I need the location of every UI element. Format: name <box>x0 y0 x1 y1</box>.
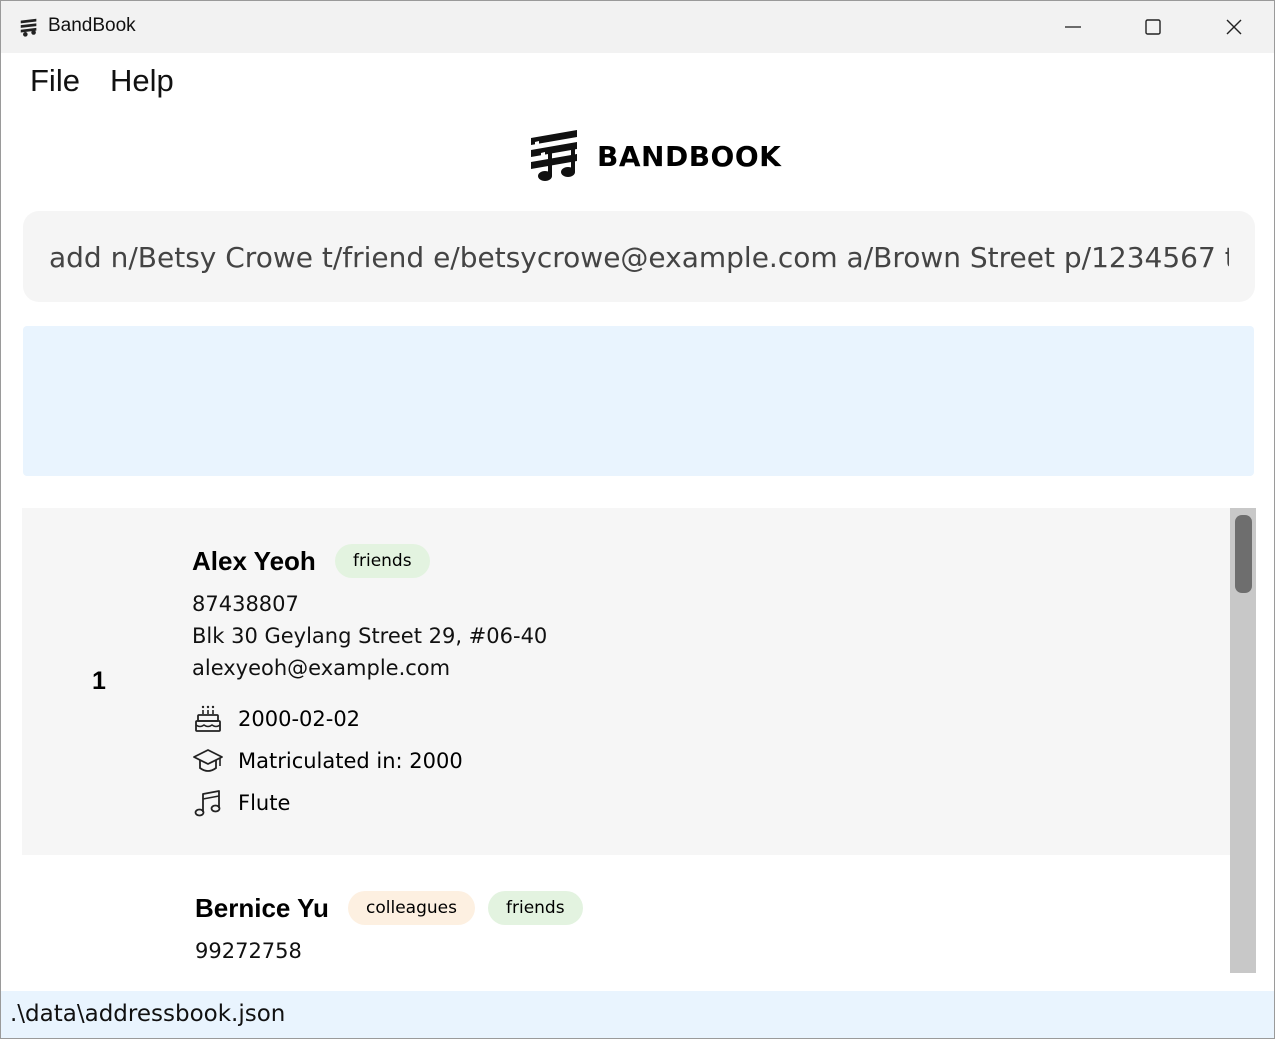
person-phone: 99272758 <box>195 939 302 963</box>
app-logo: BANDBOOK <box>527 127 781 185</box>
tag-colleagues: colleagues <box>348 891 475 925</box>
list-scrollbar[interactable] <box>1230 508 1256 973</box>
birthday-row: 2000-02-02 <box>192 702 360 736</box>
status-bar: .\data\addressbook.json <box>1 991 1274 1038</box>
person-name: Bernice Yu <box>195 893 329 923</box>
command-box <box>23 211 1255 302</box>
tag-friends: friends <box>335 544 430 578</box>
menu-help[interactable]: Help <box>110 63 174 99</box>
tag-friends: friends <box>488 891 583 925</box>
instrument-row: Flute <box>192 786 290 820</box>
close-button[interactable] <box>1194 1 1274 53</box>
minimize-button[interactable] <box>1033 1 1113 53</box>
music-note-icon <box>194 790 221 817</box>
maximize-button[interactable] <box>1113 1 1193 53</box>
menu-bar: File Help <box>1 53 1274 113</box>
close-icon <box>1226 19 1242 35</box>
maximize-icon <box>1145 19 1161 35</box>
person-address: Blk 30 Geylang Street 29, #06-40 <box>192 624 548 648</box>
person-matriculation: Matriculated in: 2000 <box>238 749 463 773</box>
person-phone: 87438807 <box>192 592 299 616</box>
person-card[interactable]: Bernice Yu colleagues friends 99272758 <box>22 855 1230 973</box>
person-list[interactable]: 1 Alex Yeoh friends 87438807 Blk 30 Geyl… <box>22 508 1257 973</box>
card-index: 1 <box>92 667 106 695</box>
person-instrument: Flute <box>238 791 291 815</box>
person-name: Alex Yeoh <box>192 546 316 576</box>
menu-file[interactable]: File <box>30 63 80 99</box>
scrollbar-thumb[interactable] <box>1235 515 1252 593</box>
bandbook-logo-icon <box>531 130 577 181</box>
title-bar[interactable]: BandBook <box>1 1 1274 53</box>
command-input[interactable] <box>49 237 1229 277</box>
minimize-icon <box>1065 26 1081 28</box>
person-email: alexyeoh@example.com <box>192 656 451 680</box>
logo-text: BANDBOOK <box>597 139 782 173</box>
bandbook-logo-icon <box>20 18 37 37</box>
result-display <box>23 326 1254 476</box>
window-title: BandBook <box>48 15 136 36</box>
matriculation-row: Matriculated in: 2000 <box>192 744 463 778</box>
app-window: BandBook File Help BANDBOOK add n/Betsy … <box>0 0 1275 1039</box>
status-file-path: .\data\addressbook.json <box>10 1001 286 1027</box>
person-card[interactable]: 1 Alex Yeoh friends 87438807 Blk 30 Geyl… <box>22 508 1230 855</box>
person-birthday: 2000-02-02 <box>238 707 361 731</box>
graduation-cap-icon <box>193 749 223 772</box>
birthday-cake-icon <box>195 705 221 732</box>
